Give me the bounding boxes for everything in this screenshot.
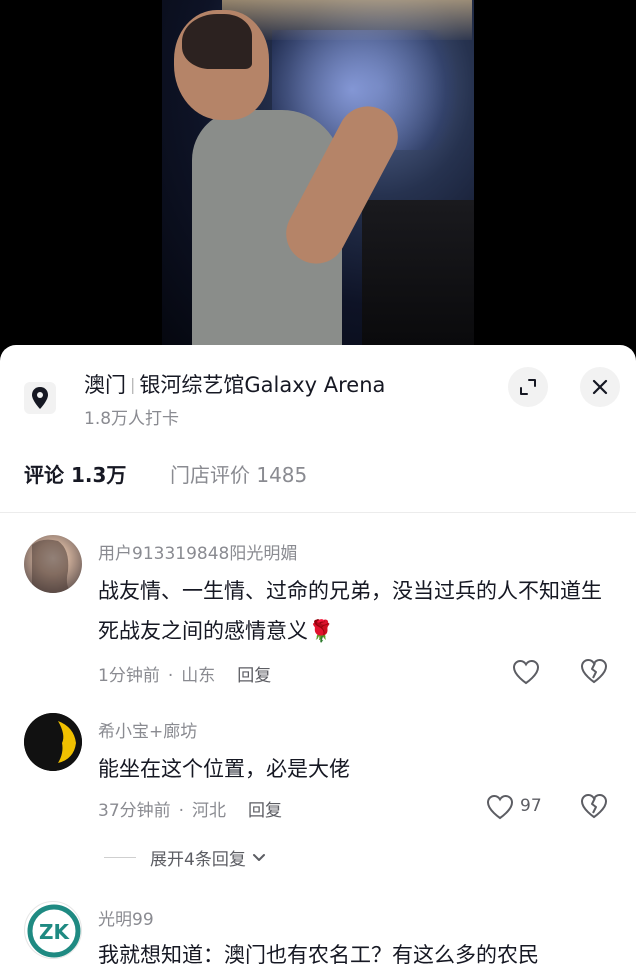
reply-button[interactable]: 回复	[248, 801, 282, 821]
avatar[interactable]: ZK	[24, 901, 82, 959]
expand-replies-button[interactable]: 展开4条回复	[104, 845, 268, 870]
comment-text-content: 战友情、一生情、过命的兄弟，没当过兵的人不知道生死战友之间的感情意义	[98, 579, 602, 643]
tab-store-reviews[interactable]: 门店评价 1485	[170, 459, 307, 488]
reply-button[interactable]: 回复	[237, 666, 271, 686]
comment-region: 河北	[192, 801, 227, 821]
checkin-count: 1.8万人打卡	[84, 409, 180, 429]
comment-username[interactable]: 用户913319848阳光明媚	[98, 539, 297, 564]
person-head	[174, 10, 269, 120]
comment-meta: 37分钟前 · 河北 回复	[98, 796, 282, 821]
video-frame[interactable]	[162, 0, 474, 345]
comment-username[interactable]: 希小宝+廊坊	[98, 717, 197, 742]
expand-icon	[520, 379, 536, 395]
svg-text:ZK: ZK	[39, 920, 71, 944]
tab-comments[interactable]: 评论 1.3万	[24, 459, 126, 488]
comment-region: 山东	[181, 666, 216, 686]
expand-button[interactable]	[508, 367, 548, 407]
avatar[interactable]	[24, 713, 82, 771]
like-heart-icon[interactable]	[486, 792, 516, 822]
meta-dot: ·	[178, 801, 185, 821]
chevron-down-icon	[252, 853, 265, 861]
comment-text: 我就想知道：澳门也有农名工？有这么多的农民	[98, 943, 539, 967]
comment-time: 1分钟前	[98, 666, 160, 686]
comment-sheet: 澳门 | 银河综艺馆Galaxy Arena 1.8万人打卡 评论 1.3万 门店评…	[0, 345, 636, 971]
comment-text: 战友情、一生情、过命的兄弟，没当过兵的人不知道生死战友之间的感情意义🌹	[98, 571, 608, 651]
comment-text: 能坐在这个位置，必是大佬	[98, 757, 350, 781]
like-count: 97	[520, 796, 542, 816]
comment-username[interactable]: 光明99	[98, 905, 154, 930]
avatar[interactable]	[24, 535, 82, 593]
meta-dot: ·	[167, 666, 174, 686]
rose-emoji: 🌹	[308, 619, 335, 643]
video-player[interactable]	[0, 0, 636, 345]
location-venue: 银河综艺馆Galaxy Arena	[139, 373, 386, 397]
close-icon	[592, 379, 608, 395]
like-heart-icon[interactable]	[512, 657, 542, 687]
location-title[interactable]: 澳门 | 银河综艺馆Galaxy Arena	[84, 369, 385, 399]
dislike-heart-icon[interactable]	[580, 793, 608, 821]
close-button[interactable]	[580, 367, 620, 407]
dislike-heart-icon[interactable]	[580, 658, 608, 686]
vip-table	[362, 200, 474, 345]
divider-line	[104, 857, 136, 858]
location-city: 澳门	[84, 373, 126, 397]
expand-replies-label: 展开4条回复	[150, 850, 246, 870]
comment-meta: 1分钟前 · 山东 回复	[98, 661, 271, 686]
location-header[interactable]: 澳门 | 银河综艺馆Galaxy Arena 1.8万人打卡	[0, 345, 636, 445]
title-divider: |	[130, 375, 136, 394]
comment-time: 37分钟前	[98, 801, 171, 821]
person-hair	[182, 14, 252, 69]
location-pin-icon	[24, 382, 56, 414]
tab-bar: 评论 1.3万 门店评价 1485	[0, 445, 636, 513]
